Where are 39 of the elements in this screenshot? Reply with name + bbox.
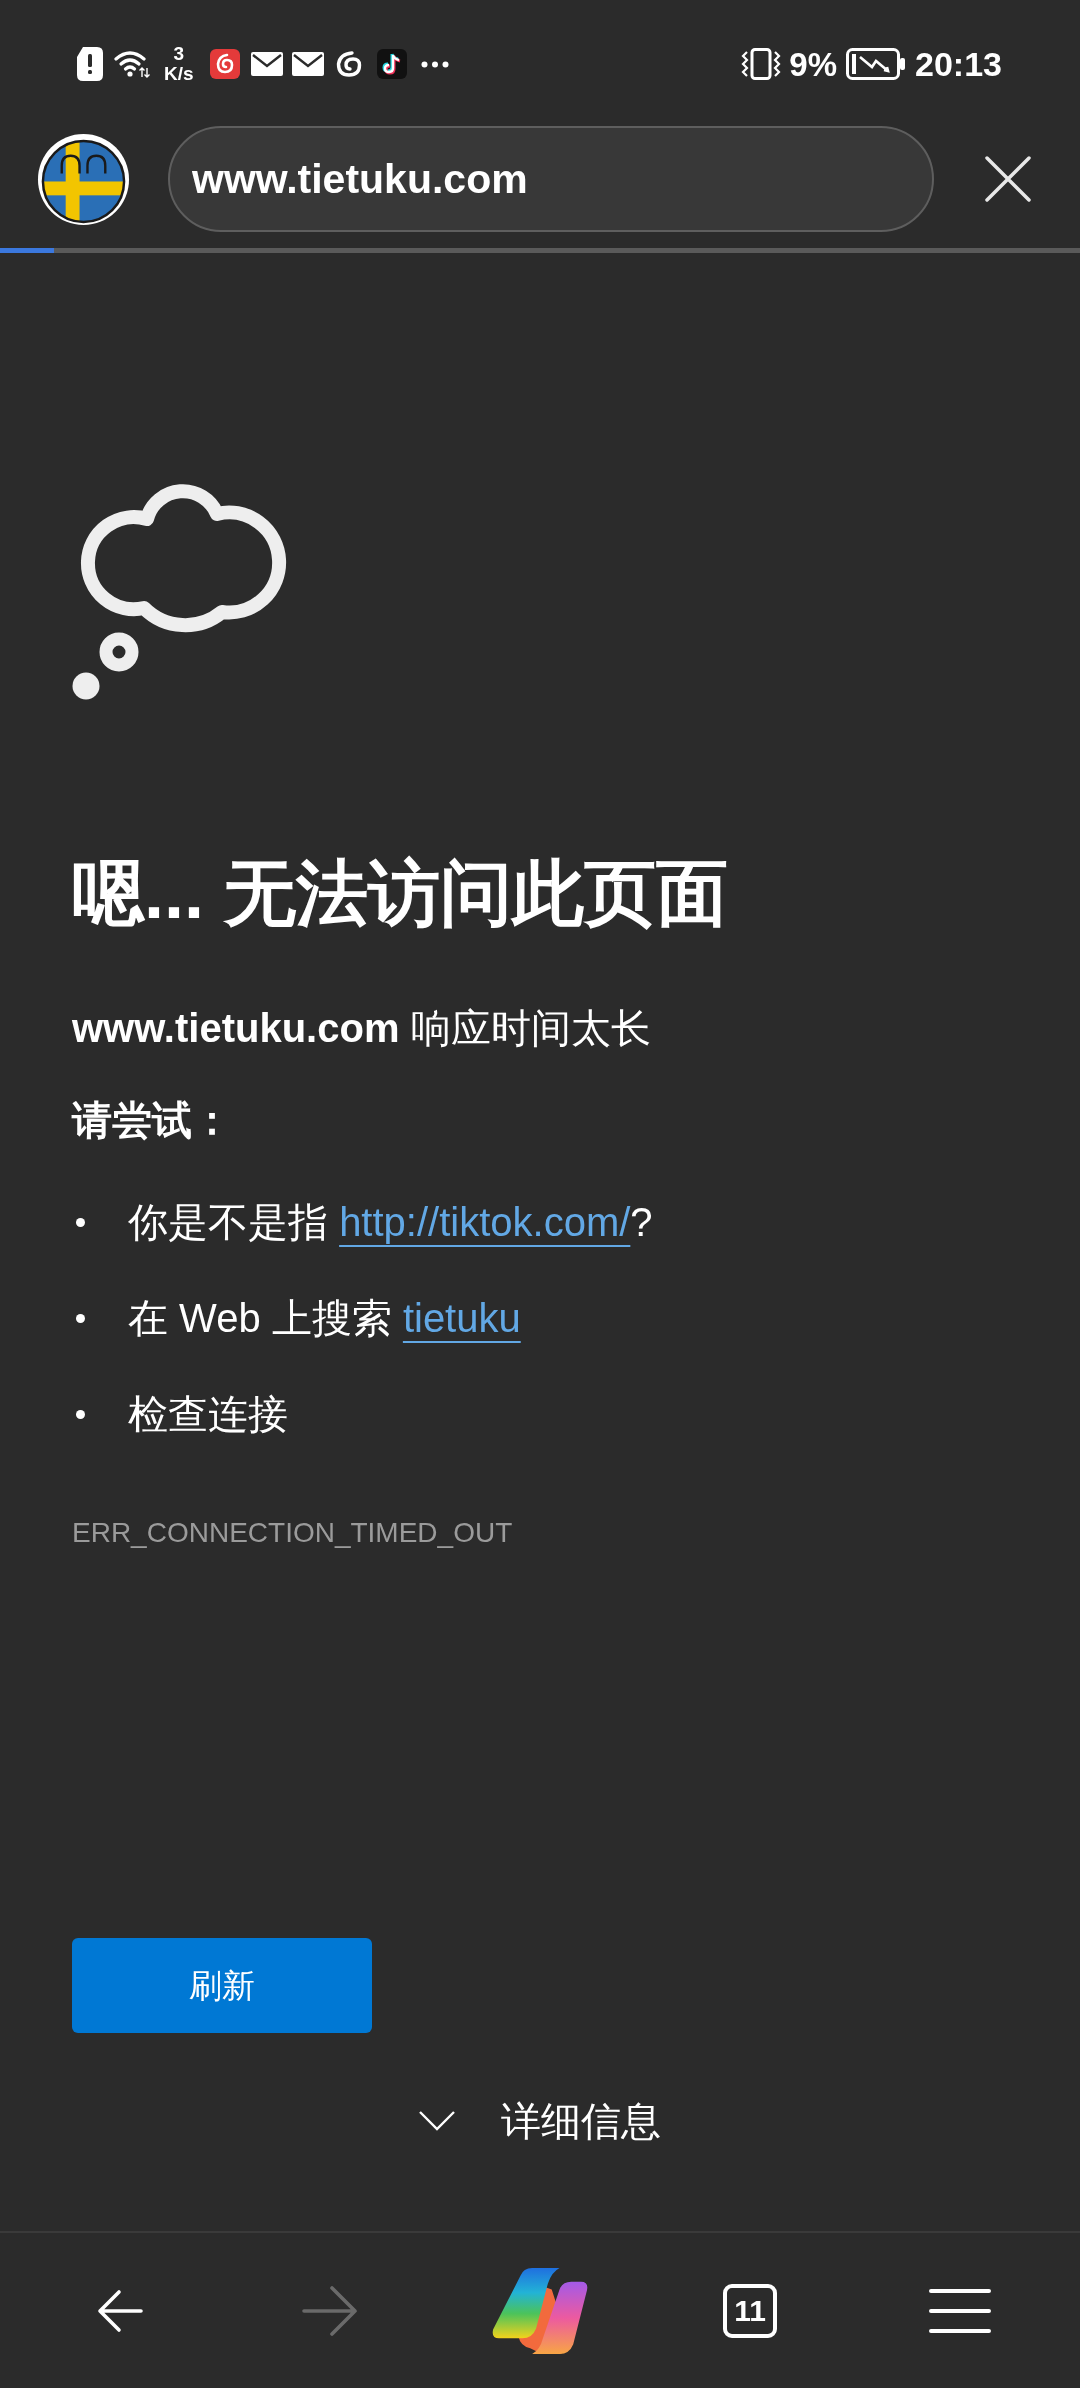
suggestion-text: 你是不是指 http://tiktok.com/? (128, 1199, 653, 1246)
details-toggle[interactable]: 详细信息 (419, 2091, 661, 2151)
music-note-app-icon (376, 49, 407, 79)
bullet-icon (76, 1217, 85, 1227)
close-button[interactable] (984, 155, 1032, 203)
forward-arrow-icon (302, 2285, 358, 2336)
suggestion-link[interactable]: http://tiktok.com/ (339, 1200, 631, 1244)
suggestion-link[interactable]: tietuku (402, 1296, 521, 1340)
chevron-down-icon (419, 2111, 455, 2131)
speed-value: 3 (173, 44, 185, 64)
speed-unit: K/s (164, 64, 194, 84)
error-heading: 嗯... 无法访问此页面 (72, 852, 729, 935)
bullet-icon (76, 1313, 85, 1323)
refresh-button[interactable]: 刷新 (72, 1938, 372, 2033)
alert-icon (77, 47, 103, 81)
error-code: ERR_CONNECTION_TIMED_OUT (72, 1516, 514, 1550)
gradient-logo-icon (491, 2267, 589, 2354)
vibrate-icon (741, 48, 782, 80)
flag-ball-avatar-icon[interactable] (36, 131, 131, 227)
wifi-icon (114, 49, 150, 79)
back-arrow-icon (97, 2288, 143, 2333)
clock-time: 20:13 (915, 47, 1002, 81)
address-field[interactable]: www.tietuku.com (168, 126, 934, 232)
swirl-icon (334, 50, 363, 78)
tab-count-button[interactable]: 11 (723, 2283, 777, 2338)
suggestion-text: 检查连接 (128, 1391, 288, 1438)
more-icon (420, 60, 449, 68)
menu-icon (929, 2287, 991, 2334)
suggestion-text: 在 Web 上搜索 tietuku (128, 1295, 521, 1342)
battery-percent: 9% (789, 47, 838, 81)
battery-charging-icon (846, 48, 907, 80)
suggestions-title: 请尝试： (72, 1097, 233, 1144)
thought-cloud-icon (72, 484, 288, 700)
swirl-app-icon (209, 49, 240, 79)
close-icon (985, 156, 1031, 202)
error-message: www.tietuku.com 响应时间太长 (72, 1005, 652, 1052)
bullet-icon (76, 1409, 85, 1419)
mail-icon (250, 52, 283, 76)
mail-icon (291, 52, 324, 76)
